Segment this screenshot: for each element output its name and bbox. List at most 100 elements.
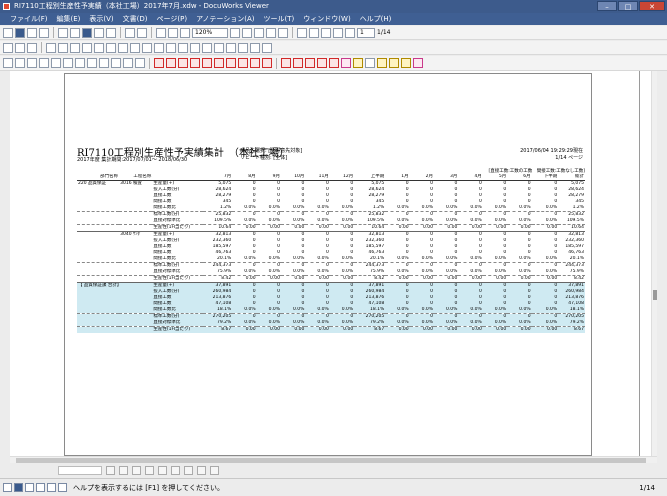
save-icon[interactable] [15,27,25,38]
fit-area-icon[interactable] [266,27,276,38]
heart-icon[interactable] [190,42,200,53]
status-mode-4-icon[interactable] [36,483,45,492]
marker-icon[interactable] [39,58,49,68]
stamp-red-4-icon[interactable] [190,58,200,68]
diamond-icon[interactable] [250,42,260,53]
line-tool-icon[interactable] [63,58,73,68]
page-stamp-icon[interactable] [123,58,133,68]
stamp-red-5-icon[interactable] [202,58,212,68]
stamp-red-2-icon[interactable] [166,58,176,68]
print-icon[interactable] [27,27,37,38]
rotate-icon[interactable] [210,466,219,475]
seal-stamp-icon[interactable] [226,58,236,68]
open-icon[interactable] [3,27,13,38]
pentagon-icon[interactable] [202,42,212,53]
stamp-red-7-icon[interactable] [281,58,291,68]
text-box-icon[interactable] [15,58,25,68]
menu-document[interactable]: 文書(D) [123,13,148,25]
link-icon[interactable] [87,58,97,68]
fill-color-icon[interactable] [184,466,193,475]
callout-icon[interactable] [178,42,188,53]
font-color-icon[interactable] [158,466,167,475]
status-mode-3-icon[interactable] [25,483,34,492]
menu-view[interactable]: 表示(V) [89,13,113,25]
horizontal-scroll-thumb[interactable] [16,458,646,463]
stamp-red-9-icon[interactable] [305,58,315,68]
sticky-note-icon[interactable] [27,58,37,68]
bold-icon[interactable] [106,466,115,475]
triangle-icon[interactable] [70,42,80,53]
vertical-scroll-thumb[interactable] [653,290,657,300]
line-color-icon[interactable] [171,466,180,475]
menu-page[interactable]: ページ(P) [157,13,188,25]
pen-icon[interactable] [51,58,61,68]
date-stamp-icon[interactable] [111,58,121,68]
stamp-red-6-icon[interactable] [214,58,224,68]
fit-page-icon[interactable] [242,27,252,38]
rectangle-icon[interactable] [3,42,13,53]
magnifier-icon[interactable] [278,27,288,38]
line-icon[interactable] [15,42,25,53]
star-stamp-icon[interactable] [389,58,399,68]
cloud-icon[interactable] [106,42,116,53]
font-select[interactable] [58,466,102,475]
approved-stamp-icon[interactable] [238,58,248,68]
status-mode-5-icon[interactable] [47,483,56,492]
check-icon[interactable] [262,42,272,53]
pink-seal-icon[interactable] [341,58,351,68]
stamp-red-3-icon[interactable] [178,58,188,68]
flag-icon[interactable] [238,42,248,53]
document-icon[interactable] [365,58,375,68]
next-page-icon[interactable] [321,27,331,38]
document-viewport[interactable]: RI7110工程別生産性予実績集計 （本社工場） 2017年度 集計期間:201… [10,71,657,456]
find-icon[interactable] [125,27,135,38]
menu-tools[interactable]: ツール(T) [264,13,295,25]
underline-icon[interactable] [132,466,141,475]
ellipse-icon[interactable] [46,42,56,53]
status-mode-2-icon[interactable] [14,483,23,492]
text-stamp-icon[interactable] [3,58,13,68]
arrow-tool-icon[interactable] [70,27,80,38]
flower-icon[interactable] [413,58,423,68]
stamp-red-1-icon[interactable] [154,58,164,68]
confidential-stamp-icon[interactable] [262,58,272,68]
brace-icon[interactable] [154,42,164,53]
polygon-icon[interactable] [58,42,68,53]
urgent-stamp-icon[interactable] [250,58,260,68]
minimize-button[interactable]: – [597,1,617,11]
stamp-icon[interactable] [94,42,104,53]
attachment-icon[interactable] [135,58,145,68]
stamp-red-11-icon[interactable] [329,58,339,68]
text-tool-icon[interactable] [94,27,104,38]
menu-annotation[interactable]: アノテーション(A) [196,13,254,25]
maximize-button[interactable]: □ [618,1,638,11]
status-mode-6-icon[interactable] [58,483,67,492]
menu-file[interactable]: ファイル(F) [10,13,48,25]
menu-help[interactable]: ヘルプ(H) [360,13,392,25]
freehand-icon[interactable] [27,42,37,53]
document-page[interactable]: RI7110工程別生産性予実績集計 （本社工場） 2017年度 集計期間:201… [64,73,592,456]
yellow-note-icon[interactable] [353,58,363,68]
search-next-icon[interactable] [137,27,147,38]
page-input[interactable]: 1 [357,27,375,38]
align-icon[interactable] [197,466,206,475]
stamp-red-10-icon[interactable] [317,58,327,68]
strikethrough-icon[interactable] [145,466,154,475]
cylinder-icon[interactable] [226,42,236,53]
balloon-icon[interactable] [166,42,176,53]
speech-bubble-icon[interactable] [377,58,387,68]
layout-icon[interactable] [156,27,166,38]
zoom-in-icon[interactable] [180,27,190,38]
menu-window[interactable]: ウィンドウ(W) [303,13,350,25]
stamp-red-8-icon[interactable] [293,58,303,68]
close-button[interactable]: ✕ [639,1,665,11]
first-page-icon[interactable] [297,27,307,38]
bracket-icon[interactable] [142,42,152,53]
shape-tool-icon[interactable] [75,58,85,68]
arrow-right-icon[interactable] [82,42,92,53]
go-page-icon[interactable] [345,27,355,38]
menu-edit[interactable]: 編集(E) [57,13,81,25]
status-mode-1-icon[interactable] [3,483,12,492]
zoom-select[interactable]: 120% [192,27,228,38]
last-page-icon[interactable] [333,27,343,38]
